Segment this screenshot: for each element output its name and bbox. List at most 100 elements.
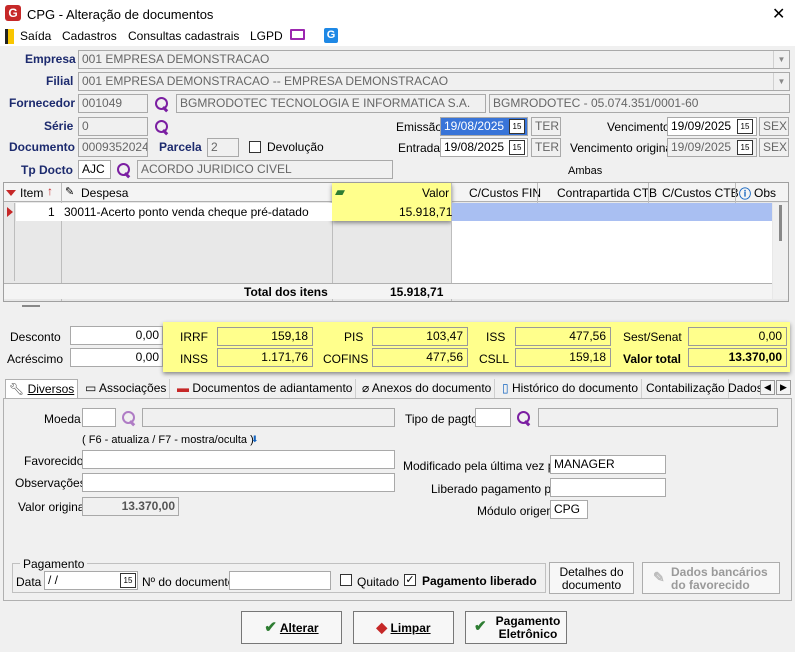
modificado-field: MANAGER — [550, 455, 666, 474]
items-grid[interactable]: Item ↑ ✎ Despesa ▰ Valor C/Custos FIN Co… — [3, 182, 789, 307]
current-row-arrow-icon — [7, 207, 13, 217]
cofins-field[interactable]: 477,56 — [372, 348, 468, 367]
acrescimo-field[interactable]: 0,00 — [70, 348, 163, 367]
tab-adiantamento[interactable]: ▬ Documentos de adiantamento — [174, 379, 357, 398]
pis-field[interactable]: 103,47 — [372, 327, 468, 346]
monitor-icon[interactable] — [290, 29, 305, 40]
valor-original-label: Valor original — [18, 500, 88, 514]
ndoc-label: Nº do documento — [142, 575, 235, 589]
tab-scroll-left-icon[interactable]: ◀ — [760, 380, 775, 395]
info-icon: ⓘ — [739, 187, 752, 201]
g-app-icon[interactable]: G — [324, 28, 338, 43]
fornecedor-code-field[interactable]: 001049 — [78, 94, 148, 113]
pagamento-eletronico-label: Pagamento Eletrônico — [495, 614, 561, 641]
tipo-pagto-field[interactable] — [475, 408, 511, 427]
tab-scroll-right-icon[interactable]: ▶ — [776, 380, 791, 395]
liberado-label: Liberado pagamento por — [431, 482, 562, 496]
limpar-button[interactable]: ◆ Limpar — [353, 611, 454, 644]
calendar-icon[interactable]: 15 — [737, 119, 753, 134]
filial-select[interactable]: 001 EMPRESA DEMONSTRACAO -- EMPRESA DEMO… — [78, 72, 790, 91]
sort-one-icon: ↑ — [47, 184, 53, 198]
moeda-field[interactable] — [82, 408, 116, 427]
tab-diversos[interactable]: 🔧︎ Diversos — [5, 379, 79, 398]
sort-arrow-icon — [6, 190, 16, 196]
modulo-label: Módulo origem — [477, 504, 557, 518]
col-cc-ctb[interactable]: C/Custos CTB — [662, 186, 739, 200]
check-icon: ✔ — [264, 619, 277, 636]
valor-total-label: Valor total — [623, 352, 682, 366]
row-valor: 15.918,71 — [399, 205, 453, 219]
emissao-label: Emissão — [396, 120, 443, 134]
ambas-label: Ambas — [568, 165, 603, 177]
total-items-value: 15.918,71 — [390, 285, 444, 299]
serie-label: Série — [44, 119, 74, 133]
tipo-pagto-search-icon[interactable] — [516, 410, 532, 426]
modificado-label: Modificado pela última vez por — [403, 459, 566, 473]
modulo-field: CPG — [550, 500, 588, 519]
observacoes-field[interactable] — [82, 473, 395, 492]
scrollbar-thumb[interactable] — [779, 205, 782, 241]
csll-field[interactable]: 159,18 — [515, 348, 611, 367]
tools-icon: 🔧︎ — [9, 382, 25, 396]
menu-saida[interactable]: Saída — [20, 29, 51, 43]
favorecido-field[interactable] — [82, 450, 395, 469]
close-icon[interactable]: ✕ — [772, 4, 785, 24]
acrescimo-label: Acréscimo — [7, 352, 64, 366]
chevron-down-icon[interactable]: ▼ — [773, 73, 789, 90]
calendar-icon[interactable]: 15 — [120, 573, 136, 588]
desconto-field[interactable]: 0,00 — [70, 326, 163, 345]
tab-contabilizacao[interactable]: Contabilização — [643, 379, 729, 398]
f6-hint: ( F6 - atualiza / F7 - mostra/oculta ) — [82, 434, 254, 446]
pagamento-liberado-checkbox[interactable]: ✓ — [404, 574, 416, 586]
irrf-label: IRRF — [180, 330, 208, 344]
csll-label: CSLL — [479, 352, 510, 366]
irrf-field[interactable]: 159,18 — [217, 327, 313, 346]
col-item[interactable]: Item — [20, 186, 43, 200]
grid-splitter[interactable] — [22, 305, 40, 307]
alterar-button[interactable]: ✔ Alterar — [241, 611, 342, 644]
vencimento-weekday: SEX — [759, 117, 789, 136]
table-row[interactable]: 1 30011-Acerto ponto venda cheque pré-da… — [4, 203, 772, 221]
col-cc-fin[interactable]: C/Custos FIN — [469, 186, 541, 200]
venc-original-weekday: SEX — [759, 138, 789, 157]
ndoc-field[interactable] — [229, 571, 331, 590]
row-despesa: 30011-Acerto ponto venda cheque pré-data… — [64, 205, 309, 219]
window-title: CPG - Alteração de documentos — [27, 7, 214, 22]
devolucao-checkbox[interactable] — [249, 141, 261, 153]
col-contrapartida[interactable]: Contrapartida CTB — [557, 186, 657, 200]
calendar-icon[interactable]: 15 — [509, 140, 525, 155]
emissao-weekday: TER — [531, 117, 561, 136]
entrada-weekday: TER — [531, 138, 561, 157]
parcela-field[interactable]: 2 — [207, 138, 239, 157]
serie-field[interactable]: 0 — [78, 117, 148, 136]
devolucao-label: Devolução — [267, 140, 324, 154]
tpdocto-search-icon[interactable] — [116, 162, 132, 178]
inss-field[interactable]: 1.171,76 — [217, 348, 313, 367]
detalhes-documento-button[interactable]: Detalhes do documento — [549, 562, 634, 594]
documento-field[interactable]: 0009352024 — [78, 138, 148, 157]
menu-cadastros[interactable]: Cadastros — [62, 29, 117, 43]
col-despesa[interactable]: Despesa — [81, 186, 128, 200]
moeda-search-icon[interactable] — [121, 410, 137, 426]
fornecedor-search-icon[interactable] — [154, 96, 170, 112]
serie-search-icon[interactable] — [154, 119, 170, 135]
edit-icon: ✎ — [65, 186, 75, 198]
moeda-name-field — [142, 408, 395, 427]
col-valor[interactable]: Valor — [422, 186, 449, 200]
tpdocto-code-field[interactable]: AJC — [78, 160, 111, 179]
tab-associacoes[interactable]: ▭ Associações — [82, 379, 171, 398]
empresa-select[interactable]: 001 EMPRESA DEMONSTRACAO — [78, 50, 790, 69]
tab-anexos[interactable]: ⌀ Anexos do documento — [359, 379, 496, 398]
tab-historico[interactable]: ▯ Histórico do documento — [499, 379, 643, 398]
sest-field[interactable]: 0,00 — [688, 327, 787, 346]
dados-bancarios-button: ✎ Dados bancários do favorecido — [642, 562, 780, 594]
calendar-icon[interactable]: 15 — [509, 119, 525, 134]
iss-field[interactable]: 477,56 — [515, 327, 611, 346]
chevron-down-icon[interactable]: ▼ — [773, 51, 789, 68]
pagamento-eletronico-button[interactable]: ✔ Pagamento Eletrônico — [465, 611, 567, 644]
vertical-scrollbar[interactable] — [773, 203, 788, 299]
quitado-checkbox[interactable] — [340, 574, 352, 586]
menu-lgpd[interactable]: LGPD — [250, 29, 283, 43]
col-obs[interactable]: Obs — [754, 186, 776, 200]
menu-consultas[interactable]: Consultas cadastrais — [128, 29, 239, 43]
